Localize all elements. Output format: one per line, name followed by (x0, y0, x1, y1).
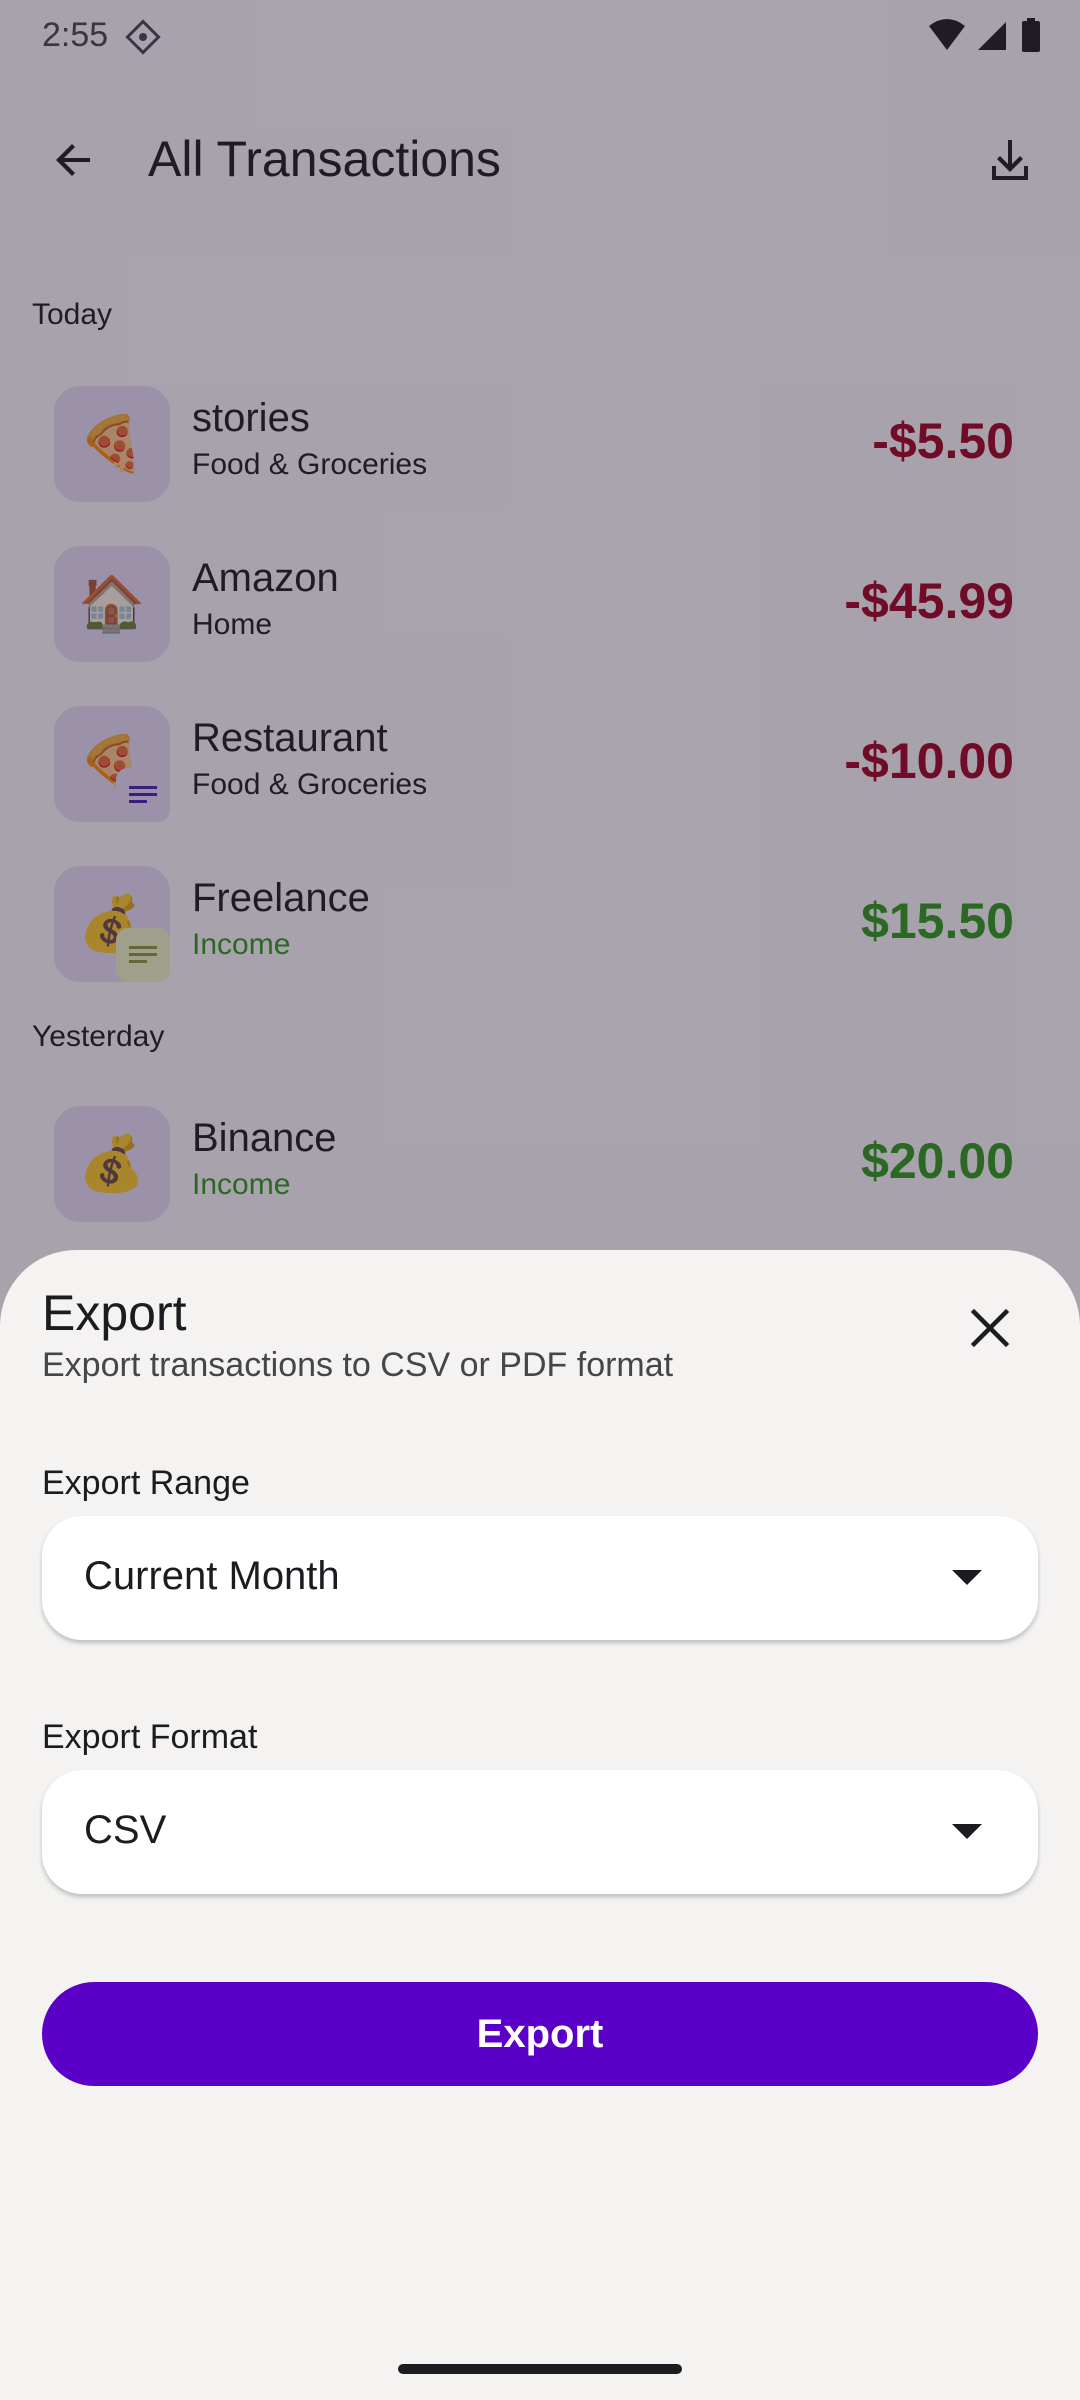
dropdown-arrow-icon (952, 1824, 982, 1839)
export-range-dropdown[interactable]: Current Month (42, 1516, 1038, 1640)
export-bottom-sheet: Export Export transactions to CSV or PDF… (0, 1250, 1080, 2400)
sheet-subtitle: Export transactions to CSV or PDF format (42, 1346, 674, 1384)
export-range-value: Current Month (84, 1554, 340, 1598)
export-format-dropdown[interactable]: CSV (42, 1770, 1038, 1894)
dropdown-arrow-icon (952, 1570, 982, 1585)
home-indicator[interactable] (398, 2364, 682, 2374)
export-range-label: Export Range (42, 1464, 250, 1502)
close-icon (970, 1308, 1010, 1353)
close-button[interactable] (950, 1290, 1030, 1370)
sheet-title: Export (42, 1285, 187, 1341)
export-format-label: Export Format (42, 1718, 258, 1756)
export-button[interactable]: Export (42, 1982, 1038, 2086)
export-format-value: CSV (84, 1808, 167, 1852)
